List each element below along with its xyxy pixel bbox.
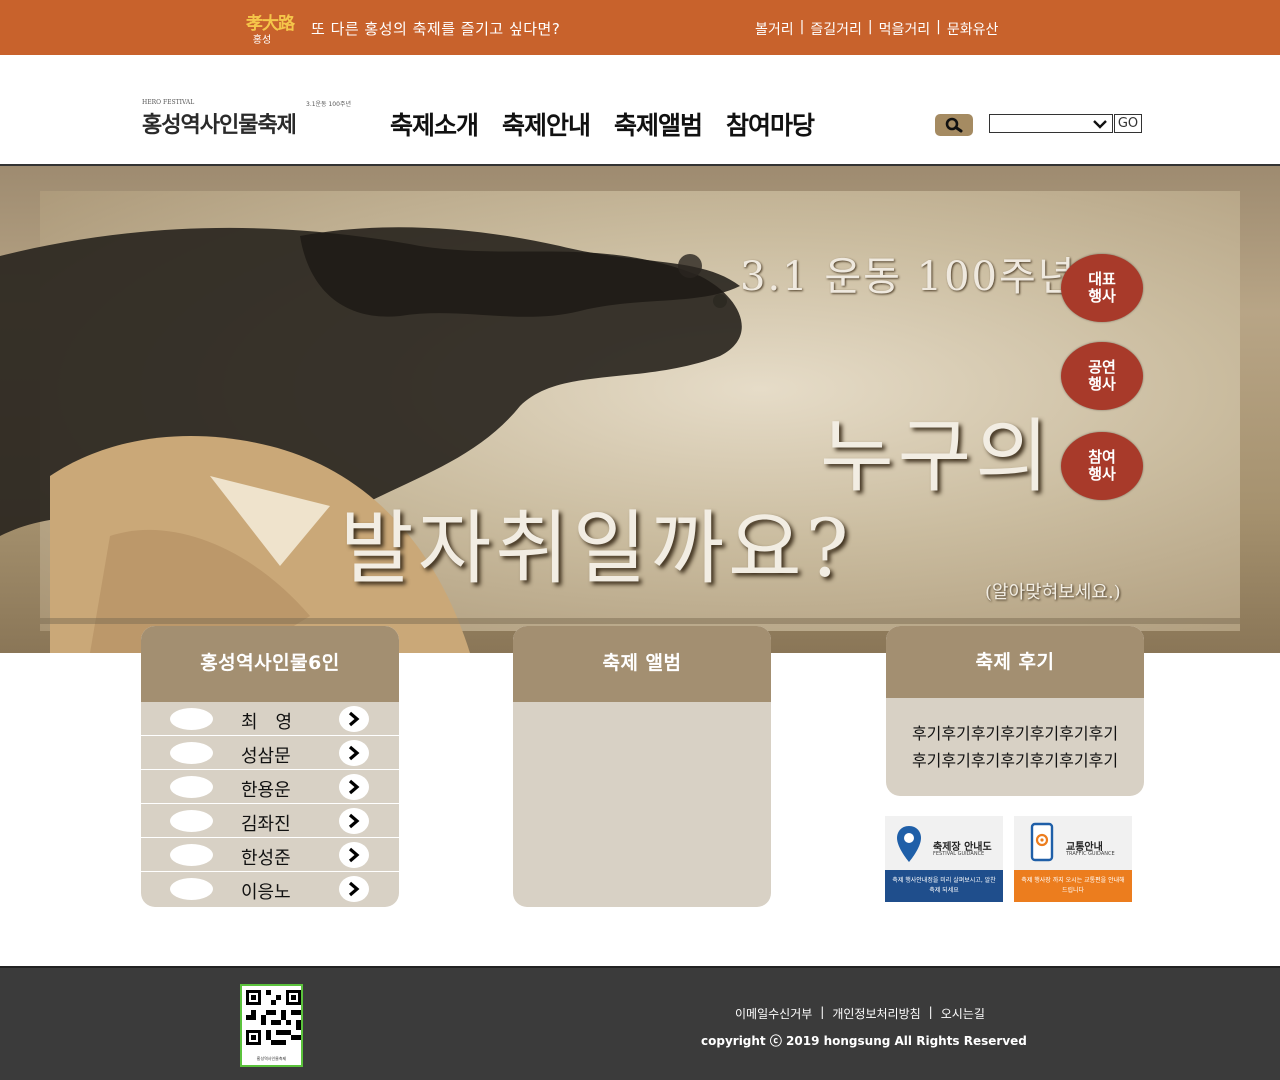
banner-description: 축제 행사안내정을 미리 살펴보시고, 알찬 축제 되세요 bbox=[892, 877, 996, 894]
festival-album-panel: 축제 앨범 bbox=[513, 626, 771, 907]
banner-description: 축제 행사장 까지 오시는 교통편을 안내해 드립니다 bbox=[1021, 877, 1125, 894]
copyright-text: copyright ⓒ 2019 hongsung All Rights Res… bbox=[701, 1034, 1027, 1048]
festival-logo[interactable]: HERO FESTIVAL 3.1운동 100주년 홍성역사인물축제 bbox=[142, 99, 362, 139]
figure-name: 김좌진 bbox=[241, 814, 291, 835]
nav-festival-guide[interactable]: 축제안내 bbox=[502, 106, 591, 142]
nav-participation[interactable]: 참여마당 bbox=[726, 106, 815, 142]
search-icon bbox=[945, 117, 963, 133]
chevron-right-icon[interactable] bbox=[339, 774, 369, 800]
hero-question-hint: (알아맞혀보세요.) bbox=[985, 582, 1121, 603]
main-event-button[interactable]: 대표 행사 bbox=[1061, 254, 1143, 322]
top-bar: 孝大路 홍성 또 다른 홍성의 축제를 즐기고 싶다면? 볼거리 | 즐길거리 … bbox=[0, 0, 1280, 55]
figure-name: 성삼문 bbox=[241, 746, 291, 767]
divider: | bbox=[928, 1005, 933, 1019]
nav-festival-album[interactable]: 축제앨범 bbox=[614, 106, 703, 142]
figure-name: 한성준 bbox=[241, 848, 291, 869]
list-item[interactable]: 이응노 bbox=[141, 872, 399, 906]
review-text[interactable]: 후기후기후기후기후기후기후기 후기후기후기후기후기후기후기 bbox=[886, 698, 1144, 774]
footer-link-email-refusal[interactable]: 이메일수신거부 bbox=[735, 1005, 812, 1022]
performance-event-label: 공연 행사 bbox=[1088, 358, 1116, 393]
divider: | bbox=[936, 19, 941, 35]
figure-name: 한용운 bbox=[241, 780, 291, 801]
qr-code-image bbox=[246, 990, 301, 1045]
chevron-right-icon[interactable] bbox=[339, 876, 369, 902]
top-link-heritage[interactable]: 문화유산 bbox=[947, 19, 999, 39]
top-tagline: 또 다른 홍성의 축제를 즐기고 싶다면? bbox=[311, 20, 561, 38]
go-button[interactable]: GO bbox=[1114, 114, 1142, 133]
figure-name: 최 영 bbox=[241, 712, 293, 733]
list-item[interactable]: 최 영 bbox=[141, 702, 399, 736]
main-nav: 축제소개 축제안내 축제앨범 참여마당 bbox=[390, 106, 815, 142]
map-pin-icon bbox=[897, 826, 921, 862]
footer-link-privacy[interactable]: 개인정보처리방침 bbox=[832, 1005, 920, 1022]
list-item[interactable]: 한용운 bbox=[141, 770, 399, 804]
chevron-right-icon[interactable] bbox=[339, 808, 369, 834]
hero-question-line1: 누구의 bbox=[820, 410, 1053, 503]
banner-subtitle: TRAFFIC GUIDANCE bbox=[1066, 851, 1115, 857]
list-item[interactable]: 김좌진 bbox=[141, 804, 399, 838]
chevron-right-icon[interactable] bbox=[339, 706, 369, 732]
list-item[interactable]: 한성준 bbox=[141, 838, 399, 872]
portrait-placeholder bbox=[170, 708, 213, 730]
divider: | bbox=[799, 19, 805, 35]
hongseong-mini-logo[interactable]: 孝大路 홍성 bbox=[240, 9, 300, 47]
banner-subtitle: FESTIVAL GUIDANCE bbox=[933, 851, 985, 857]
participation-event-button[interactable]: 참여 행사 bbox=[1061, 432, 1143, 500]
top-link-sights[interactable]: 볼거리 bbox=[755, 19, 794, 39]
footer-links: 이메일수신거부 | 개인정보처리방침 | 오시는길 bbox=[735, 1005, 985, 1022]
traffic-guide-banner[interactable]: 교통안내 TRAFFIC GUIDANCE 축제 행사장 까지 오시는 교통편을… bbox=[1014, 816, 1132, 902]
top-link-fun[interactable]: 즐길거리 bbox=[810, 19, 862, 39]
portrait-placeholder bbox=[170, 844, 213, 866]
festival-album-title[interactable]: 축제 앨범 bbox=[513, 626, 771, 702]
participation-event-label: 참여 행사 bbox=[1088, 448, 1116, 483]
festival-review-panel: 축제 후기 후기후기후기후기후기후기후기 후기후기후기후기후기후기후기 bbox=[886, 626, 1144, 796]
nav-festival-intro[interactable]: 축제소개 bbox=[390, 106, 479, 142]
site-select[interactable] bbox=[989, 114, 1113, 133]
chevron-right-icon[interactable] bbox=[339, 842, 369, 868]
review-line: 후기후기후기후기후기후기후기 bbox=[911, 724, 1119, 743]
portrait-placeholder bbox=[170, 776, 213, 798]
top-links: 볼거리 | 즐길거리 | 먹을거리 | 문화유산 bbox=[755, 19, 998, 39]
divider: | bbox=[820, 1005, 825, 1019]
historical-figures-panel: 홍성역사인물6인 최 영 성삼문 한용운 김좌진 한성준 이응노 bbox=[141, 626, 399, 907]
top-link-food[interactable]: 먹을거리 bbox=[879, 19, 931, 39]
historical-figures-title[interactable]: 홍성역사인물6인 bbox=[141, 626, 399, 702]
hero-question-line2: 발자취일까요? bbox=[340, 502, 853, 595]
logo-glyphs: 孝大路 bbox=[246, 14, 295, 34]
logo-subtitle-en: HERO FESTIVAL bbox=[142, 99, 195, 106]
figures-list: 최 영 성삼문 한용운 김좌진 한성준 이응노 bbox=[141, 702, 399, 906]
hero-anniversary-text: 3.1 운동 100주년 bbox=[740, 254, 1077, 300]
search-button[interactable] bbox=[935, 114, 973, 136]
footer-link-directions[interactable]: 오시는길 bbox=[941, 1005, 985, 1022]
festival-map-banner[interactable]: 축제장 안내도 FESTIVAL GUIDANCE 축제 행사안내정을 미리 살… bbox=[885, 816, 1003, 902]
logo-subtitle-kr: 3.1운동 100주년 bbox=[306, 101, 351, 108]
qr-caption: 홍성역사인물축제 bbox=[256, 1056, 287, 1061]
performance-event-button[interactable]: 공연 행사 bbox=[1061, 342, 1143, 410]
site-footer: 홍성역사인물축제 이메일수신거부 | 개인정보처리방침 | 오시는길 copyr… bbox=[0, 966, 1280, 1080]
figure-name: 이응노 bbox=[241, 882, 291, 903]
festival-review-title[interactable]: 축제 후기 bbox=[886, 626, 1144, 698]
review-line: 후기후기후기후기후기후기후기 bbox=[911, 751, 1119, 770]
site-header: HERO FESTIVAL 3.1운동 100주년 홍성역사인물축제 축제소개 … bbox=[0, 55, 1280, 166]
divider: | bbox=[867, 19, 873, 35]
portrait-placeholder bbox=[170, 742, 213, 764]
list-item[interactable]: 성삼문 bbox=[141, 736, 399, 770]
qr-code[interactable]: 홍성역사인물축제 bbox=[240, 984, 303, 1067]
phone-location-icon bbox=[1030, 822, 1054, 862]
main-event-label: 대표 행사 bbox=[1088, 270, 1116, 305]
hero-bottom-edge bbox=[40, 618, 1240, 624]
hero-banner: 3.1 운동 100주년 누구의 발자취일까요? (알아맞혀보세요.) 대표 행… bbox=[0, 166, 1280, 653]
portrait-placeholder bbox=[170, 810, 213, 832]
logo-name: 홍성역사인물축제 bbox=[142, 112, 297, 138]
logo-city: 홍성 bbox=[252, 35, 272, 46]
chevron-down-icon bbox=[1093, 119, 1107, 129]
portrait-placeholder bbox=[170, 878, 213, 900]
chevron-right-icon[interactable] bbox=[339, 740, 369, 766]
